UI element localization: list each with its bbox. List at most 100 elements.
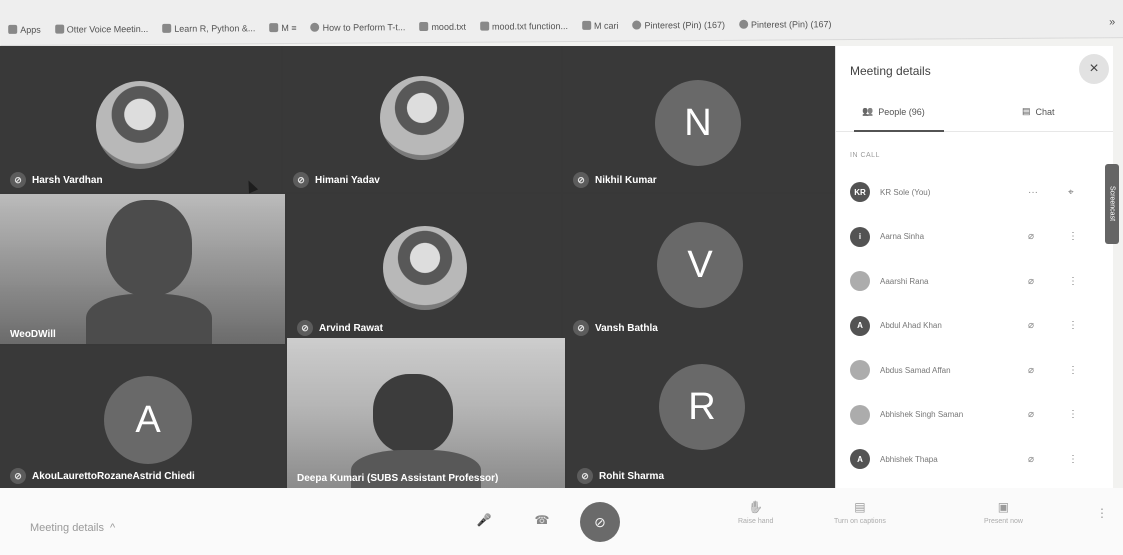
tab-chat[interactable]: ▤ Chat	[1022, 106, 1055, 117]
bookmark-item[interactable]: M ≡	[269, 22, 297, 33]
meeting-details-label: Meeting details	[30, 522, 104, 534]
participant-tile-arvind[interactable]: ⊘ Arvind Rawat	[287, 194, 561, 340]
mic-off-icon: ⌀	[1028, 453, 1035, 465]
chat-icon: ▤	[1022, 106, 1031, 116]
bookmark-item[interactable]: Apps	[8, 24, 41, 34]
tile-name-text: Himani Yadav	[315, 174, 380, 186]
hang-up-icon[interactable]: ☎	[532, 510, 552, 530]
present-now-button[interactable]: ▣ Present now	[984, 500, 1023, 525]
tile-name-text: Nikhil Kumar	[595, 174, 657, 186]
more-vert-icon[interactable]: ⋮	[1068, 276, 1078, 287]
tile-name-text: Arvind Rawat	[319, 322, 383, 334]
captions-button[interactable]: ▤ Turn on captions	[834, 500, 886, 525]
bookmark-label: mood.txt	[431, 21, 466, 32]
bookmark-item[interactable]: Pinterest (Pin) (167)	[632, 19, 725, 30]
tab-people[interactable]: 👥 People (96)	[862, 106, 925, 117]
tile-name-text: Deepa Kumari (SUBS Assistant Professor)	[297, 473, 499, 484]
participant-row[interactable]: Aaarshi Rana ⌀ ⋮	[836, 259, 1113, 304]
avatar: KR	[850, 182, 870, 203]
participant-row[interactable]: Abhishek Singh Saman ⌀ ⋮	[836, 393, 1113, 438]
person-silhouette	[373, 374, 453, 454]
bookmark-item[interactable]: How to Perform T-t...	[310, 21, 406, 33]
tile-name: ⊘ Rohit Sharma	[577, 468, 664, 484]
tile-name-text: Harsh Vardhan	[32, 174, 103, 186]
avatar	[850, 271, 870, 292]
bookmark-label: How to Perform T-t...	[322, 21, 406, 33]
tile-name: Deepa Kumari (SUBS Assistant Professor)	[297, 473, 498, 484]
rstudio-icon	[419, 22, 429, 32]
mic-off-icon: ⊘	[293, 172, 309, 188]
tab-people-label: People (96)	[878, 106, 925, 117]
mic-off-icon: ⊘	[297, 320, 313, 336]
more-vert-icon[interactable]: ⋮	[1068, 365, 1078, 376]
bookmark-item[interactable]: mood.txt function...	[479, 21, 568, 32]
hand-icon: ✋	[748, 500, 764, 514]
microphone-icon[interactable]: 🎤	[474, 510, 494, 530]
avatar: N	[655, 80, 741, 166]
participant-name: Abdus Samad Affan	[880, 365, 951, 375]
close-icon[interactable]: ×	[1079, 54, 1109, 84]
tile-name-text: Rohit Sharma	[599, 470, 665, 482]
bookmarks-overflow-icon[interactable]: »	[1109, 16, 1115, 28]
panel-tabs: 👥 People (96) ▤ Chat	[836, 98, 1113, 132]
avatar	[380, 76, 464, 160]
active-tab-indicator	[854, 130, 944, 132]
person-silhouette	[106, 200, 192, 296]
avatar: A	[104, 376, 192, 464]
bookmark-item[interactable]: Otter Voice Meetin...	[54, 23, 149, 35]
participant-tile-rohit[interactable]: R ⊘ Rohit Sharma	[567, 338, 835, 488]
tile-name: ⊘ Arvind Rawat	[297, 320, 383, 336]
participant-tile-nikhil[interactable]: N ⊘ Nikhil Kumar	[563, 46, 835, 192]
mic-off-icon: ⌀	[1028, 364, 1035, 376]
screencast-tab[interactable]: Screencast	[1105, 164, 1119, 244]
bookmark-item[interactable]: mood.txt	[419, 21, 466, 31]
mic-off-icon: ⌀	[1028, 409, 1035, 421]
more-horiz-button[interactable]: ···	[1028, 187, 1038, 198]
tile-name: ⊘ Harsh Vardhan	[10, 172, 103, 188]
bookmark-item[interactable]: Learn R, Python &...	[162, 23, 255, 34]
more-vert-icon[interactable]: ⋮	[1068, 454, 1078, 465]
avatar: R	[659, 364, 745, 450]
tile-name-text: Vansh Bathla	[595, 322, 658, 334]
otter-icon	[54, 24, 64, 34]
tab-chat-label: Chat	[1035, 106, 1055, 117]
tile-name: WeoDWill	[10, 329, 56, 340]
meeting-details-button[interactable]: Meeting details ^	[30, 522, 115, 534]
bookmark-label: M cari	[593, 20, 619, 31]
bookmark-label: Apps	[20, 24, 41, 35]
participant-row[interactable]: i Aarna Sinha ⌀ ⋮	[836, 215, 1113, 260]
participant-tile-deepa[interactable]: Deepa Kumari (SUBS Assistant Professor)	[287, 338, 565, 488]
mic-off-icon: ⊘	[577, 468, 593, 484]
camera-off-icon[interactable]: ⊘	[580, 502, 620, 542]
participant-tile-harsh[interactable]: ⊘ Harsh Vardhan	[0, 46, 281, 192]
bookmark-item[interactable]: Pinterest (Pin) (167)	[738, 19, 832, 30]
bookmark-label: Otter Voice Meetin...	[66, 23, 149, 35]
participant-name: Abdul Ahad Khan	[880, 321, 942, 331]
panel-title: Meeting details	[850, 64, 931, 78]
participant-list: KR KR Sole (You) ··· ⌖ i Aarna Sinha ⌀ ⋮ Aaarshi…	[836, 170, 1113, 482]
avatar	[383, 226, 467, 310]
video-grid: ⊘ Harsh Vardhan ⊘ Himani Yadav N ⊘ Nikhi…	[0, 46, 835, 488]
participant-row[interactable]: A Abdul Ahad Khan ⌀ ⋮	[836, 304, 1113, 349]
bookmark-item[interactable]: M cari	[581, 20, 619, 31]
more-vert-icon[interactable]: ⋮	[1068, 409, 1078, 420]
participant-tile-vansh[interactable]: V ⊘ Vansh Bathla	[563, 194, 835, 340]
mic-off-icon: ⌀	[1028, 320, 1035, 332]
avatar	[850, 360, 870, 381]
more-vert-icon[interactable]: ⋮	[1068, 231, 1078, 242]
participant-row[interactable]: KR KR Sole (You) ··· ⌖	[836, 170, 1113, 215]
participant-tile-akou[interactable]: A ⊘ AkouLaurettoRozaneAstrid Chiedi	[0, 346, 285, 488]
avatar: V	[657, 222, 743, 308]
chevron-up-icon: ^	[110, 522, 116, 534]
participant-tile-weodwill[interactable]: WeoDWill	[0, 194, 285, 344]
participant-row[interactable]: Abdus Samad Affan ⌀ ⋮	[836, 348, 1113, 393]
pin-icon[interactable]: ⌖	[1068, 187, 1074, 198]
participant-row[interactable]: A Abhishek Thapa ⌀ ⋮	[836, 437, 1113, 482]
more-options-icon[interactable]: ⋮	[1096, 506, 1108, 520]
more-vert-icon[interactable]: ⋮	[1068, 320, 1078, 331]
bookmark-label: M ≡	[281, 22, 297, 33]
participant-tile-himani[interactable]: ⊘ Himani Yadav	[283, 46, 561, 192]
raise-hand-button[interactable]: ✋ Raise hand	[738, 500, 773, 525]
captions-label: Turn on captions	[834, 518, 886, 525]
gmail-icon	[581, 20, 592, 30]
